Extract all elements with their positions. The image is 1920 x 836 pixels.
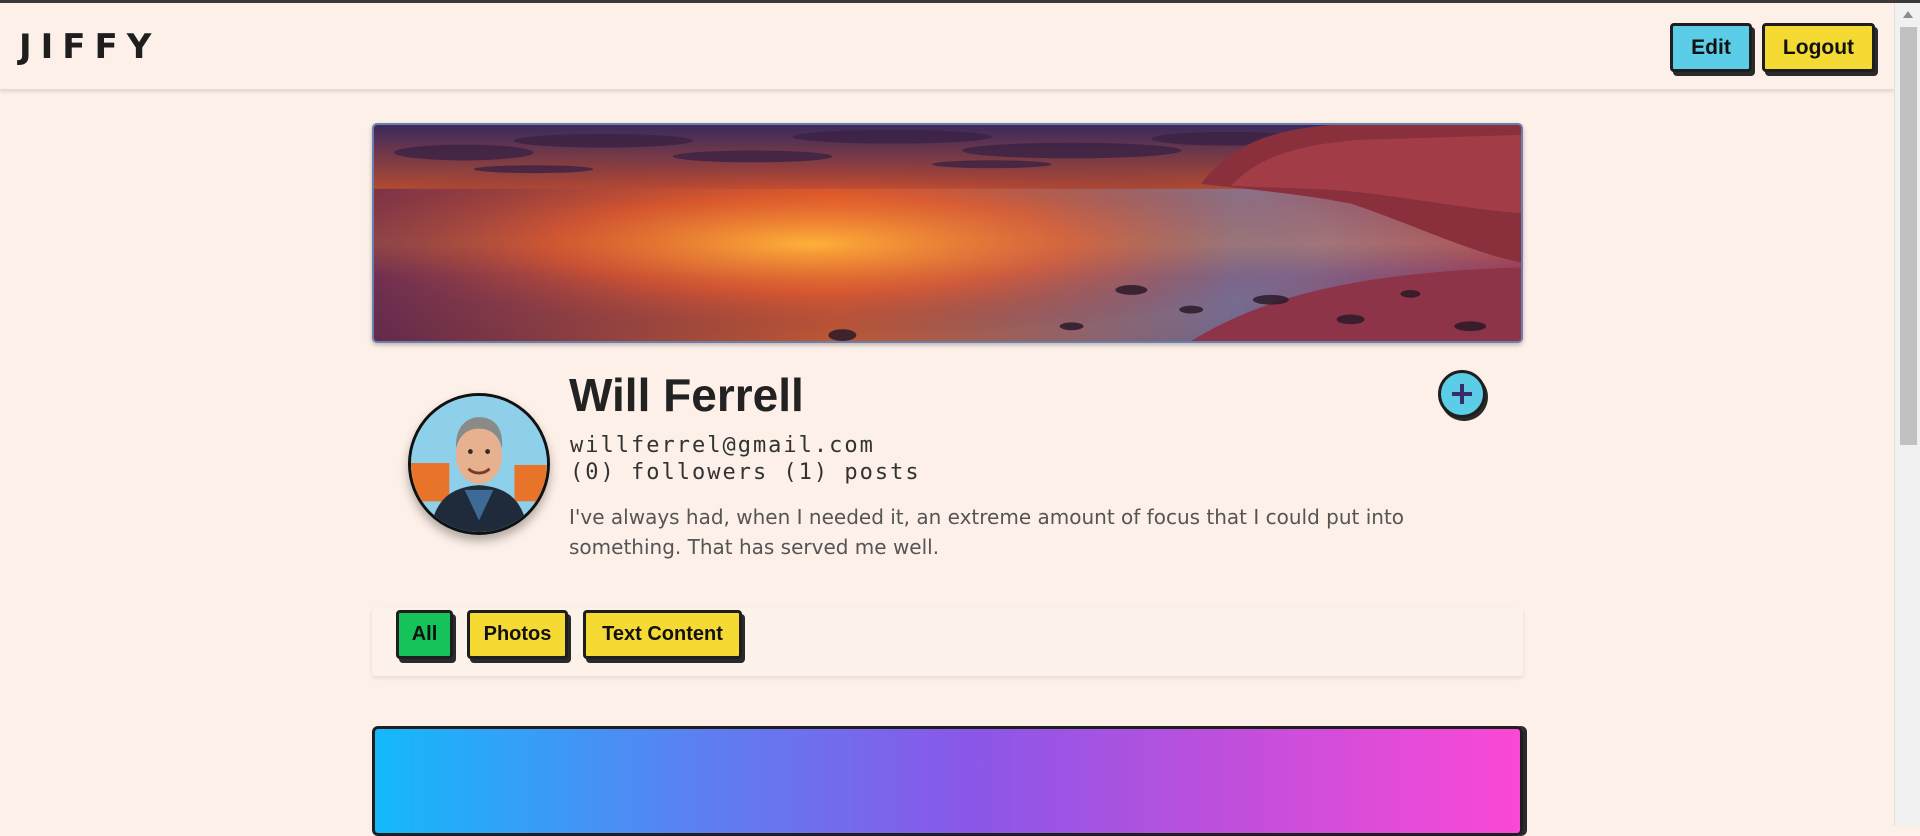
edit-button[interactable]: Edit bbox=[1670, 23, 1752, 72]
add-post-button[interactable] bbox=[1438, 370, 1486, 418]
filter-all-button[interactable]: All bbox=[396, 610, 453, 659]
profile-bio: I've always had, when I needed it, an ex… bbox=[569, 505, 1405, 559]
app-logo[interactable]: JIFFY bbox=[19, 27, 160, 67]
profile-stats: (0) followers (1) posts bbox=[570, 460, 921, 485]
profile-name: Will Ferrell bbox=[569, 369, 804, 421]
scroll-up-arrow-icon[interactable] bbox=[1903, 11, 1913, 18]
profile-email: willferrel@gmail.com bbox=[570, 433, 875, 458]
profile-avatar[interactable] bbox=[408, 393, 550, 535]
profile-banner-image bbox=[372, 123, 1523, 343]
sunset-beach-image bbox=[374, 125, 1521, 341]
profile-photo-image bbox=[411, 396, 547, 532]
filter-text-content-button[interactable]: Text Content bbox=[583, 610, 742, 659]
navbar: JIFFY Edit Logout bbox=[0, 3, 1894, 90]
plus-icon bbox=[1452, 384, 1472, 404]
scrollbar-thumb[interactable] bbox=[1900, 27, 1917, 445]
filter-photos-button[interactable]: Photos bbox=[467, 610, 568, 659]
logout-button[interactable]: Logout bbox=[1762, 23, 1875, 72]
post-card-gradient[interactable] bbox=[372, 726, 1523, 836]
page-scrollbar[interactable] bbox=[1894, 3, 1920, 826]
